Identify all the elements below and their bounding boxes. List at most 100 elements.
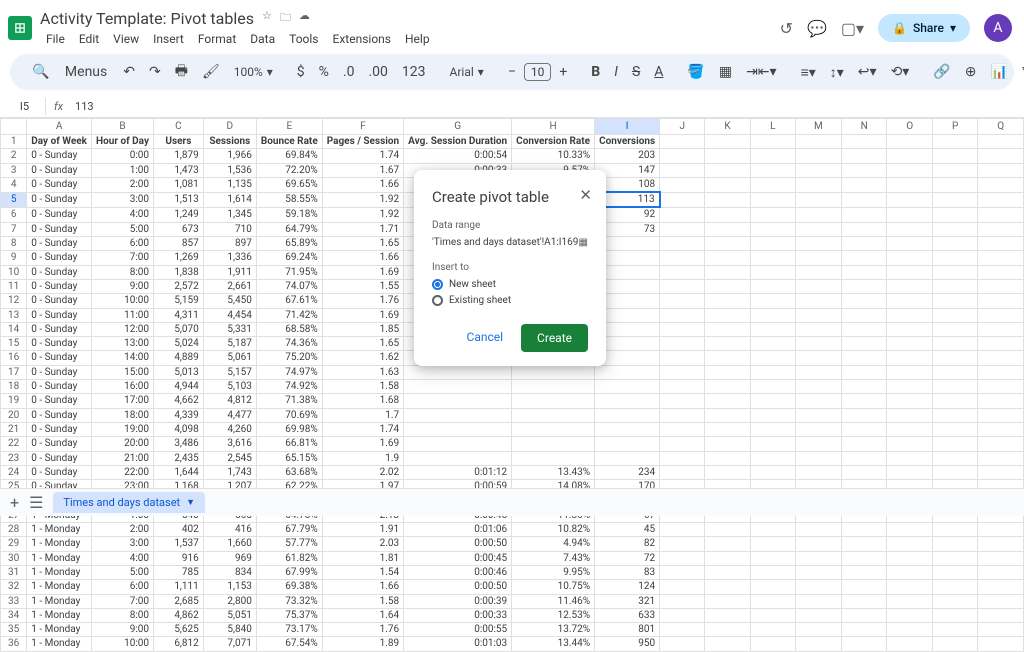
cell[interactable] (660, 207, 705, 222)
cell[interactable]: 2:00 (92, 523, 154, 537)
cell[interactable]: 0 - Sunday (27, 222, 92, 236)
cell[interactable]: 124 (595, 580, 660, 594)
cell[interactable] (404, 437, 512, 451)
cell[interactable]: 1 - Monday (27, 637, 92, 651)
cell[interactable]: 71.95% (256, 265, 322, 279)
cell[interactable] (932, 551, 977, 565)
cell[interactable] (660, 537, 705, 551)
cell[interactable] (795, 408, 841, 422)
cell[interactable]: 19:00 (92, 422, 154, 436)
row-header[interactable]: 15 (1, 337, 27, 351)
cell[interactable]: 1,838 (154, 265, 204, 279)
cell[interactable]: 801 (595, 623, 660, 637)
cell[interactable] (660, 192, 705, 207)
cell[interactable]: 0 - Sunday (27, 265, 92, 279)
cell[interactable] (795, 135, 841, 149)
row-header[interactable]: 13 (1, 308, 27, 322)
cell[interactable] (932, 351, 977, 365)
italic-button[interactable]: I (608, 60, 624, 84)
cell[interactable] (705, 537, 750, 551)
text-color-button[interactable]: A (648, 60, 669, 84)
cell[interactable]: 1,536 (203, 163, 256, 177)
row-header[interactable]: 4 (1, 177, 27, 192)
cell[interactable] (750, 207, 795, 222)
cell[interactable] (660, 465, 705, 479)
cell[interactable] (795, 594, 841, 608)
cell[interactable]: 0:00:50 (404, 537, 512, 551)
cell[interactable]: 1.69 (322, 265, 403, 279)
cell[interactable] (795, 237, 841, 251)
cell[interactable]: 61.82% (256, 551, 322, 565)
increase-font-button[interactable]: + (553, 60, 573, 84)
share-button[interactable]: 🔒 Share ▾ (878, 14, 970, 42)
cell[interactable] (932, 594, 977, 608)
history-icon[interactable]: ↺ (780, 19, 793, 38)
cell[interactable] (887, 337, 933, 351)
cell[interactable] (887, 207, 933, 222)
cell[interactable]: 11.46% (512, 594, 595, 608)
cell[interactable]: 1.55 (322, 279, 403, 293)
cell[interactable] (750, 177, 795, 192)
cell[interactable] (660, 351, 705, 365)
cell[interactable] (705, 422, 750, 436)
cell[interactable] (841, 135, 887, 149)
cell[interactable] (795, 637, 841, 651)
cell[interactable] (932, 322, 977, 336)
cell[interactable] (978, 237, 1024, 251)
cell[interactable]: 969 (203, 551, 256, 565)
wrap-button[interactable]: ↩▾ (852, 60, 883, 84)
cell[interactable]: 5,061 (203, 351, 256, 365)
cell[interactable]: Avg. Session Duration (404, 135, 512, 149)
cell[interactable]: 0:01:03 (404, 637, 512, 651)
cell[interactable]: 7,071 (203, 637, 256, 651)
cell[interactable] (841, 465, 887, 479)
cell[interactable] (750, 422, 795, 436)
cell[interactable] (932, 308, 977, 322)
cell[interactable]: 5,450 (203, 294, 256, 308)
cell[interactable]: 69.65% (256, 177, 322, 192)
row-header[interactable]: 21 (1, 422, 27, 436)
cell[interactable]: 22:00 (92, 465, 154, 479)
col-header-I[interactable]: I (595, 119, 660, 135)
cell[interactable] (887, 294, 933, 308)
cell[interactable]: 5:00 (92, 565, 154, 579)
row-header[interactable]: 17 (1, 365, 27, 379)
cell[interactable] (705, 337, 750, 351)
cell[interactable]: 1.92 (322, 207, 403, 222)
cell[interactable]: 1 - Monday (27, 608, 92, 622)
cell[interactable]: 2.02 (322, 465, 403, 479)
cell[interactable] (887, 437, 933, 451)
cell[interactable]: 67.54% (256, 637, 322, 651)
cell[interactable]: 2.03 (322, 537, 403, 551)
cell[interactable]: 74.07% (256, 279, 322, 293)
cell[interactable] (887, 322, 933, 336)
col-header-P[interactable]: P (932, 119, 977, 135)
cell[interactable] (932, 265, 977, 279)
cell[interactable] (705, 608, 750, 622)
row-header[interactable]: 29 (1, 537, 27, 551)
cell[interactable]: 0 - Sunday (27, 465, 92, 479)
h-align-button[interactable]: ≡▾ (795, 60, 822, 85)
cell[interactable] (750, 523, 795, 537)
cell[interactable] (841, 192, 887, 207)
menu-view[interactable]: View (107, 30, 145, 48)
cell[interactable]: 4.94% (512, 537, 595, 551)
cell[interactable] (404, 380, 512, 394)
cell[interactable] (705, 279, 750, 293)
cell[interactable] (841, 451, 887, 465)
cell[interactable] (978, 192, 1024, 207)
row-header[interactable]: 19 (1, 394, 27, 408)
cell[interactable] (660, 551, 705, 565)
cell[interactable]: 1.69 (322, 308, 403, 322)
cell[interactable]: 63.68% (256, 465, 322, 479)
cell[interactable]: 4,477 (203, 408, 256, 422)
col-header-D[interactable]: D (203, 119, 256, 135)
paint-format-button[interactable]: 🖌 (196, 60, 226, 84)
cell[interactable]: 1 - Monday (27, 580, 92, 594)
cell[interactable] (795, 365, 841, 379)
cell[interactable] (512, 394, 595, 408)
cell[interactable] (932, 394, 977, 408)
menu-edit[interactable]: Edit (73, 30, 105, 48)
cell[interactable] (705, 380, 750, 394)
row-header[interactable]: 30 (1, 551, 27, 565)
